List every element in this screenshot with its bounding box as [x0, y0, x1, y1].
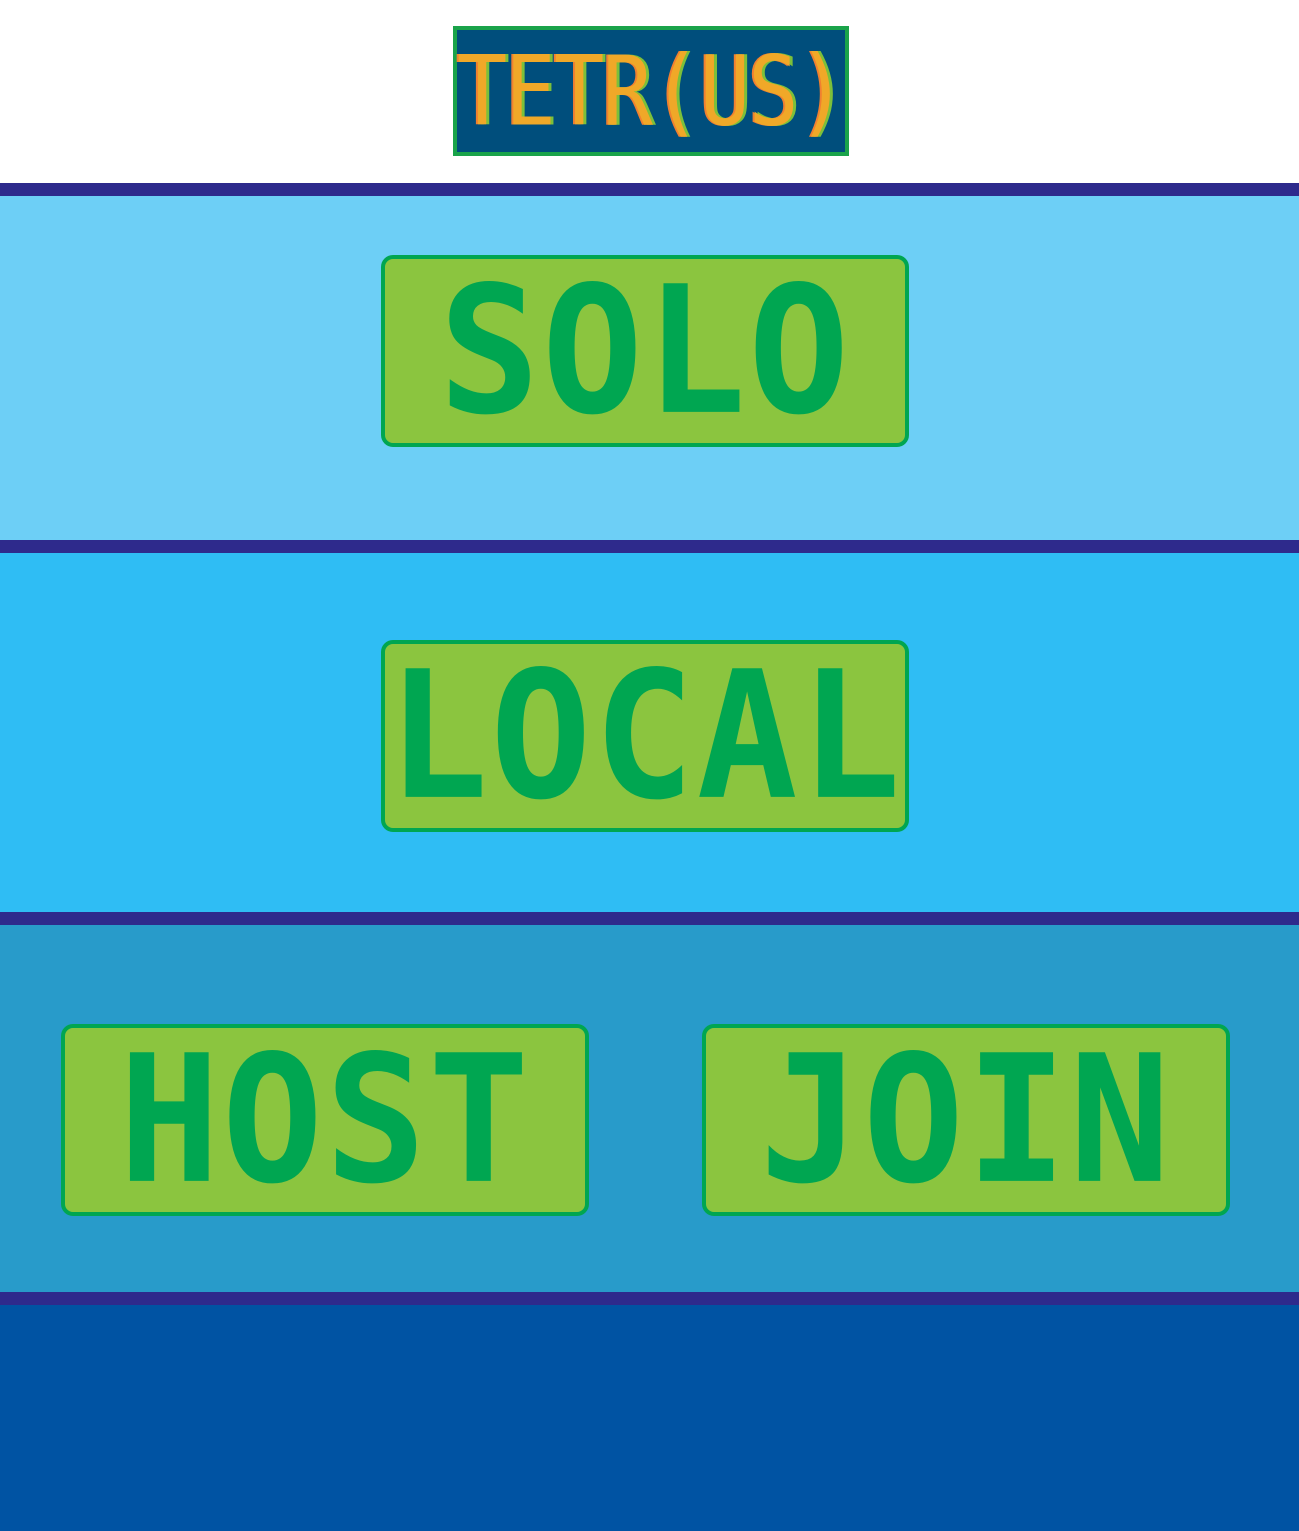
solo-button-label: SOLO: [438, 248, 852, 454]
solo-button[interactable]: SOLO: [381, 255, 909, 447]
logo-text: TETR(US): [456, 34, 848, 148]
divider-top: [0, 183, 1299, 196]
host-button[interactable]: HOST: [61, 1024, 589, 1216]
join-button-label: JOIN: [759, 1017, 1173, 1223]
header-area: TETR(US): [0, 0, 1299, 183]
host-button-label: HOST: [118, 1017, 532, 1223]
divider-online-bottom: [0, 1292, 1299, 1305]
bottom-band: [0, 1305, 1299, 1531]
divider-local-online: [0, 912, 1299, 925]
game-logo: TETR(US): [453, 26, 849, 156]
local-button-label: LOCAL: [387, 633, 903, 839]
main-menu-screen: TETR(US) SOLO LOCAL HOST JOIN: [0, 0, 1299, 1531]
join-button[interactable]: JOIN: [702, 1024, 1230, 1216]
divider-solo-local: [0, 540, 1299, 553]
logo-panel: TETR(US): [456, 30, 848, 152]
local-button[interactable]: LOCAL: [381, 640, 909, 832]
